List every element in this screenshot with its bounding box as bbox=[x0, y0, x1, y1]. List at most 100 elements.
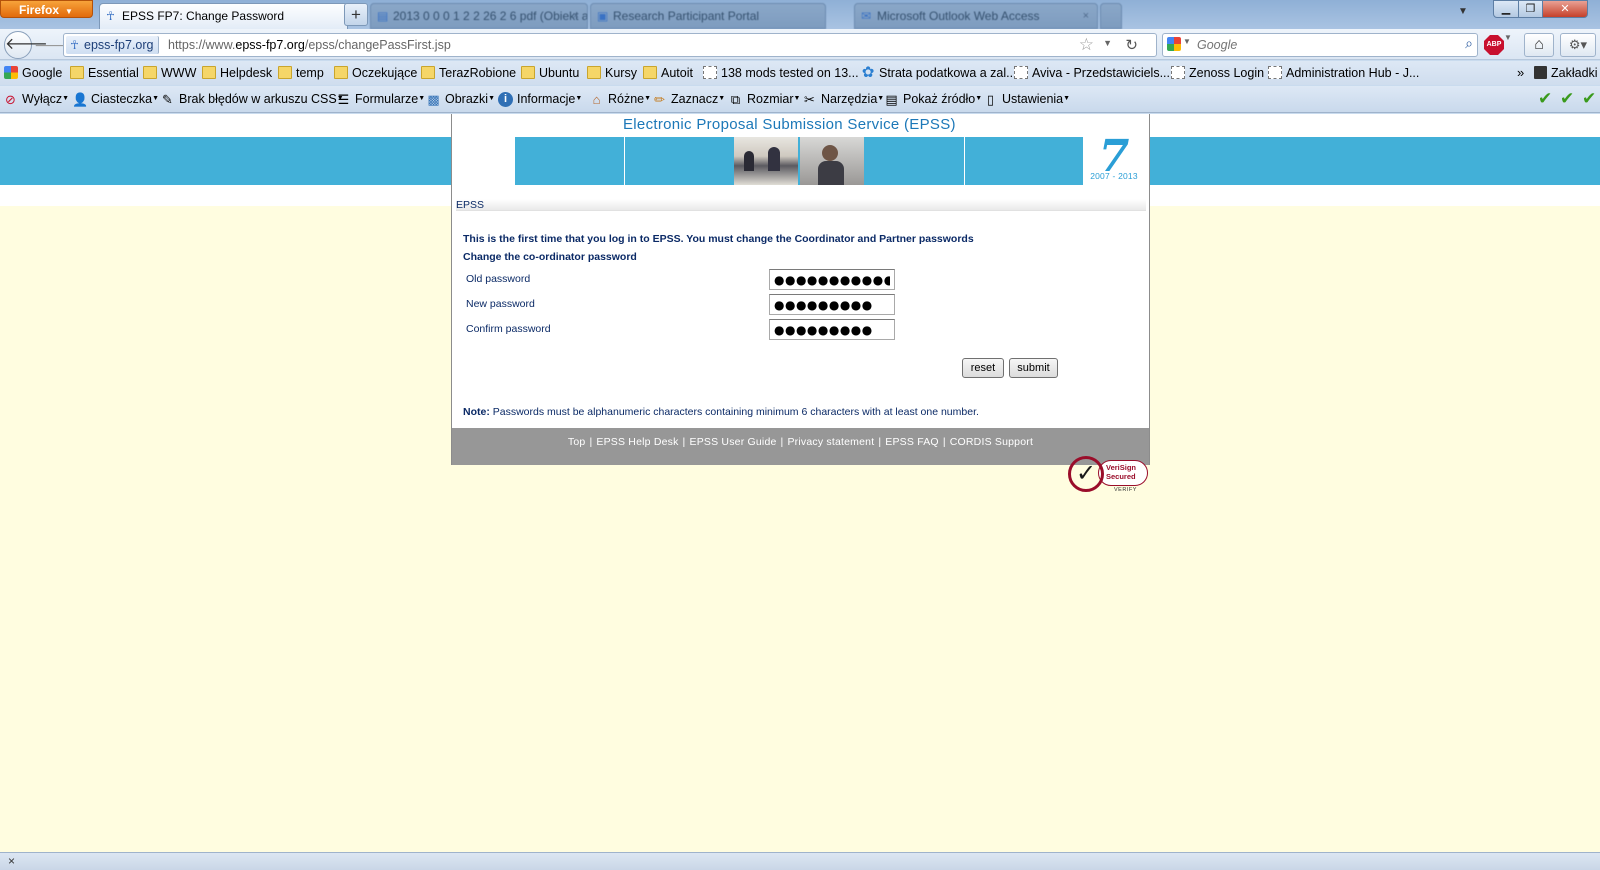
webdev-tools-menu[interactable]: ✂ Narzędzia▼ bbox=[802, 86, 884, 112]
header-banner bbox=[515, 137, 1083, 185]
chevron-down-icon: ▼ bbox=[62, 95, 70, 102]
tab-epss-change-password[interactable]: ☥ EPSS FP7: Change Password bbox=[99, 3, 348, 29]
url-history-dropdown-icon[interactable]: ▼ bbox=[1103, 38, 1112, 48]
bookmarks-overflow-chevron-icon[interactable]: » bbox=[1517, 61, 1524, 85]
bookmark-label: Oczekujące bbox=[352, 66, 418, 80]
bookmark-folder-oczekujace[interactable]: Oczekujące bbox=[334, 61, 417, 85]
bookmark-zenoss-login[interactable]: Zenoss Login bbox=[1171, 61, 1264, 85]
search-bar: ▼ ⌕ bbox=[1162, 33, 1478, 57]
webdev-resize-menu[interactable]: ⧉ Rozmiar▼ bbox=[728, 86, 801, 112]
bookmark-folder-terazrobione[interactable]: TerazRobione bbox=[421, 61, 516, 85]
bookmark-folder-essential[interactable]: Essential bbox=[70, 61, 139, 85]
old-password-field[interactable] bbox=[769, 269, 895, 290]
bookmark-folder-kursy[interactable]: Kursy bbox=[587, 61, 637, 85]
addon-toolbar-button[interactable]: ⚙▾ bbox=[1560, 33, 1596, 57]
bookmark-138-mods[interactable]: 138 mods tested on 13... bbox=[703, 61, 859, 85]
puzzle-icon: ⚙▾ bbox=[1568, 37, 1588, 52]
confirm-password-label: Confirm password bbox=[466, 323, 551, 335]
js-valid-check-icon[interactable]: ✔ bbox=[1582, 89, 1596, 109]
search-magnifier-icon[interactable]: ⌕ bbox=[1465, 35, 1473, 52]
window-minimize-button[interactable]: ▁ bbox=[1493, 0, 1519, 18]
chevron-down-icon: ▼ bbox=[65, 7, 73, 16]
footer-separator: | bbox=[942, 436, 946, 448]
note-label: Note: bbox=[463, 406, 490, 418]
page-icon bbox=[1014, 66, 1028, 79]
tab-list-chevron-icon[interactable]: ▼ bbox=[1458, 6, 1468, 17]
footer-link-user-guide[interactable]: EPSS User Guide bbox=[689, 436, 776, 448]
chevron-down-icon: ▼ bbox=[1063, 95, 1071, 102]
webdev-cookies-menu[interactable]: 👤 Ciasteczka▼ bbox=[72, 86, 159, 112]
webdev-view-source-menu[interactable]: ▤ Pokaż źródło▼ bbox=[884, 86, 982, 112]
bookmark-folder-ubuntu[interactable]: Ubuntu bbox=[521, 61, 579, 85]
tab-title: EPSS FP7: Change Password bbox=[122, 9, 285, 23]
forward-button[interactable]: 🡒 bbox=[34, 35, 72, 55]
bookmark-folder-www[interactable]: WWW bbox=[143, 61, 196, 85]
search-input[interactable] bbox=[1197, 36, 1447, 54]
window-close-button[interactable]: ✕ bbox=[1542, 0, 1588, 18]
webdev-css-menu[interactable]: ✎ Brak błędów w arkuszu CSS▼ bbox=[160, 86, 344, 112]
footer-link-cordis-support[interactable]: CORDIS Support bbox=[950, 436, 1033, 448]
tab-background-overflow[interactable] bbox=[1100, 3, 1122, 29]
url-bar[interactable]: ☥ epss-fp7.org https://www.epss-fp7.org/… bbox=[63, 33, 1157, 57]
bookmarks-menu-button[interactable]: Zakładki bbox=[1534, 61, 1598, 85]
close-addon-bar-icon[interactable]: × bbox=[8, 854, 15, 868]
webdev-menu-label: Wyłącz bbox=[22, 92, 63, 106]
footer-link-faq[interactable]: EPSS FAQ bbox=[885, 436, 939, 448]
folder-icon bbox=[278, 66, 292, 79]
bookmark-administration-hub[interactable]: Administration Hub - J... bbox=[1268, 61, 1419, 85]
adblock-plus-button[interactable]: ABP▼ bbox=[1484, 33, 1518, 57]
url-text[interactable]: https://www.epss-fp7.org/epss/changePass… bbox=[168, 34, 451, 56]
webdev-miscellaneous-menu[interactable]: ⌂ Różne▼ bbox=[589, 86, 652, 112]
url-prefix: https://www. bbox=[168, 38, 236, 52]
bookmark-aviva[interactable]: Aviva - Przedstawiciels... bbox=[1014, 61, 1170, 85]
tab-background-1[interactable]: ▤ 2013 0 0 0 1 2 2 26 2 6 pdf (Obiekt ap… bbox=[370, 3, 588, 29]
webdev-menu-label: Różne bbox=[608, 92, 645, 106]
new-tab-button[interactable]: + bbox=[344, 3, 368, 26]
close-tab-icon[interactable]: × bbox=[1083, 4, 1089, 28]
bookmark-star-icon[interactable]: ☆ bbox=[1079, 35, 1094, 55]
folder-icon bbox=[202, 66, 216, 79]
webdev-images-menu[interactable]: ▩ Obrazki▼ bbox=[426, 86, 495, 112]
footer-separator: | bbox=[589, 436, 593, 448]
bookmark-strata-podatkowa[interactable]: ✿ Strata podatkowa a zal... bbox=[861, 61, 1017, 85]
reset-button[interactable]: reset bbox=[962, 358, 1004, 378]
chevron-down-icon: ▼ bbox=[152, 95, 160, 102]
webdev-forms-menu[interactable]: ☰ Formularze▼ bbox=[336, 86, 425, 112]
section-bar: EPSS bbox=[456, 199, 1146, 211]
chevron-down-icon: ▼ bbox=[575, 95, 583, 102]
webdev-disable-menu[interactable]: ⊘ Wyłącz▼ bbox=[3, 86, 69, 112]
html-valid-check-icon[interactable]: ✔ bbox=[1560, 89, 1574, 109]
bookmark-folder-autoit[interactable]: Autoit bbox=[643, 61, 693, 85]
confirm-password-field[interactable] bbox=[769, 319, 895, 340]
portal-favicon-icon: ▣ bbox=[597, 9, 609, 23]
webdev-outline-menu[interactable]: ✏ Zaznacz▼ bbox=[652, 86, 725, 112]
webdev-options-menu[interactable]: ▯ Ustawienia▼ bbox=[983, 86, 1070, 112]
footer-link-privacy[interactable]: Privacy statement bbox=[787, 436, 874, 448]
home-button[interactable]: ⌂ bbox=[1524, 33, 1554, 57]
miscellaneous-icon: ⌂ bbox=[592, 92, 601, 107]
close-tab-icon[interactable]: × bbox=[573, 4, 579, 28]
bookmark-google[interactable]: Google bbox=[4, 61, 62, 85]
bookmark-folder-helpdesk[interactable]: Helpdesk bbox=[202, 61, 272, 85]
search-engine-selector[interactable]: ▼ bbox=[1167, 37, 1193, 53]
firefox-menu-button[interactable]: Firefox ▼ bbox=[0, 0, 93, 18]
verisign-check-icon: ✓ bbox=[1068, 456, 1104, 492]
note-text: Passwords must be alphanumeric character… bbox=[489, 406, 979, 418]
globe-icon: ✿ bbox=[861, 64, 875, 81]
tab-background-2[interactable]: ▣ Research Participant Portal bbox=[590, 3, 826, 29]
site-identity-button[interactable]: ☥ epss-fp7.org bbox=[66, 36, 160, 54]
bookmark-label: TerazRobione bbox=[439, 66, 517, 80]
verisign-secured-seal[interactable]: ✓ VeriSign Secured VERIFY bbox=[1068, 455, 1150, 495]
reload-icon[interactable]: ↻ bbox=[1125, 36, 1138, 54]
bookmark-folder-temp[interactable]: temp bbox=[278, 61, 324, 85]
submit-button[interactable]: submit bbox=[1009, 358, 1058, 378]
footer-link-help-desk[interactable]: EPSS Help Desk bbox=[596, 436, 678, 448]
webdev-menu-label: Ustawienia bbox=[1002, 92, 1064, 106]
webdev-information-menu[interactable]: i Informacje▼ bbox=[498, 86, 582, 112]
new-password-field[interactable] bbox=[769, 294, 895, 315]
footer-link-top[interactable]: Top bbox=[568, 436, 586, 448]
window-restore-button[interactable]: ❐ bbox=[1518, 0, 1543, 18]
css-valid-check-icon[interactable]: ✔ bbox=[1538, 89, 1552, 109]
back-button[interactable]: 🡐 bbox=[4, 31, 48, 59]
tab-background-3[interactable]: ✉ Microsoft Outlook Web Access × bbox=[854, 3, 1098, 29]
